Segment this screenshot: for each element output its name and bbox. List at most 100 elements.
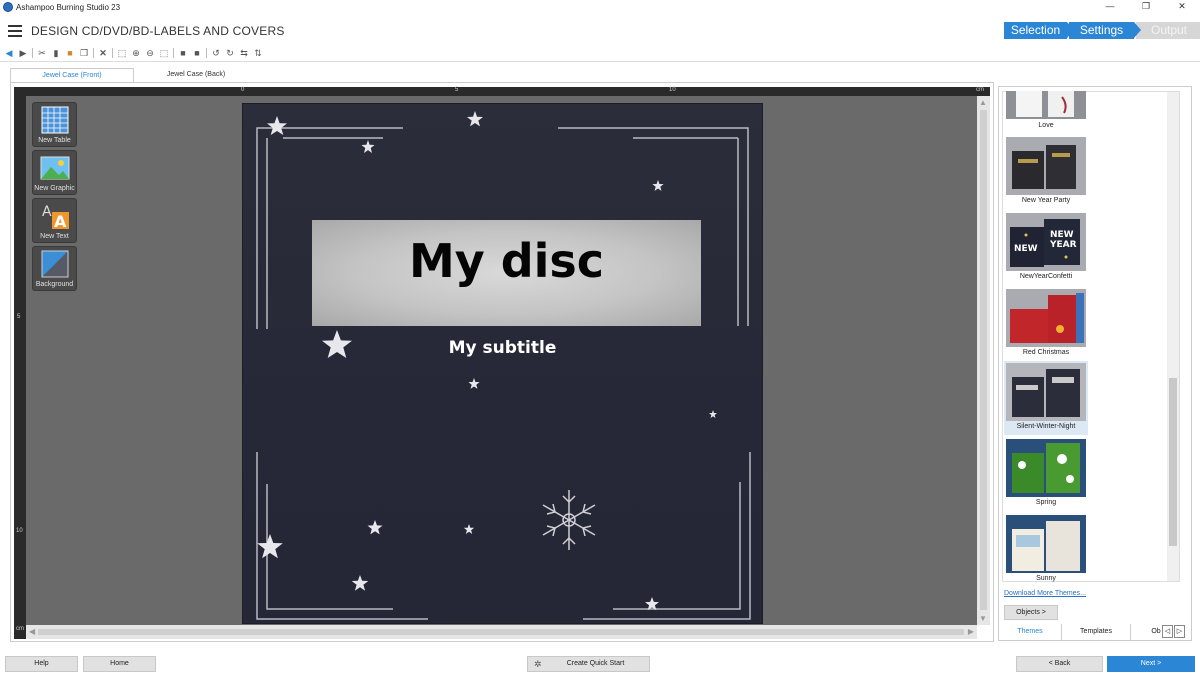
paste-icon[interactable]: ■ — [65, 48, 75, 58]
theme-item-red-christmas[interactable]: Red Christmas — [1004, 287, 1088, 361]
tab-scroll-right-icon[interactable]: ▷ — [1174, 625, 1185, 638]
scroll-down-icon[interactable]: ▼ — [979, 614, 987, 623]
new-graphic-button[interactable]: New Graphic — [32, 150, 77, 195]
svg-text:A: A — [54, 212, 67, 230]
object-tools: New Table New Graphic A A New Text Backg… — [32, 102, 77, 294]
toolbar-divider — [173, 48, 174, 58]
tab-themes[interactable]: Themes — [999, 624, 1061, 640]
scroll-thumb[interactable] — [38, 629, 964, 635]
snowflake-icon — [542, 490, 596, 550]
app-logo-icon — [3, 2, 13, 12]
cover-decoration — [256, 111, 751, 620]
download-more-themes-link[interactable]: Download More Themes... — [1004, 590, 1086, 597]
text-icon: A A — [42, 204, 69, 230]
send-back-icon[interactable]: ■ — [192, 48, 202, 58]
theme-label: Red Christmas — [1022, 349, 1070, 356]
step-selection[interactable]: Selection — [1004, 22, 1074, 39]
home-button[interactable]: Home — [83, 656, 156, 672]
toolbar-divider — [32, 48, 33, 58]
zoom-out-icon[interactable]: ⊖ — [145, 48, 155, 58]
ruler-unit: cm — [16, 626, 24, 632]
tool-label: New Text — [40, 233, 69, 240]
theme-item-new-year-party[interactable]: New Year Party — [1004, 135, 1088, 209]
tab-jewel-case-back[interactable]: Jewel Case (Back) — [134, 68, 258, 82]
background-button[interactable]: Background — [32, 246, 77, 291]
canvas-horizontal-scrollbar[interactable]: ◀ ▶ — [26, 625, 977, 639]
tool-label: New Graphic — [34, 185, 75, 192]
page-title: DESIGN CD/DVD/BD-LABELS AND COVERS — [31, 24, 285, 38]
scroll-thumb[interactable] — [1169, 378, 1177, 546]
copy-icon[interactable]: ❐ — [79, 48, 89, 58]
quick-start-label: Create Quick Start — [566, 660, 625, 667]
cut-icon[interactable]: ✂ — [37, 48, 47, 58]
theme-label: NewYearConfetti — [1019, 273, 1073, 280]
jewel-case-cover[interactable]: My disc My subtitle — [242, 103, 763, 624]
flip-horizontal-icon[interactable]: ⇆ — [239, 48, 249, 58]
svg-text:YEAR: YEAR — [1049, 240, 1077, 250]
scroll-left-icon[interactable]: ◀ — [29, 627, 35, 636]
toolbar-divider-line — [0, 61, 1200, 62]
theme-thumbnail — [1006, 91, 1086, 119]
step-output: Output — [1136, 22, 1200, 39]
flip-vertical-icon[interactable]: ⇅ — [253, 48, 263, 58]
delete-icon[interactable]: ▮ — [51, 48, 61, 58]
scroll-thumb[interactable] — [980, 110, 987, 610]
canvas-vertical-scrollbar[interactable]: ▲ ▼ — [977, 96, 990, 625]
tool-label: Background — [35, 281, 74, 288]
tab-scroll-left-icon[interactable]: ◁ — [1162, 625, 1173, 638]
step-settings[interactable]: Settings — [1069, 22, 1141, 39]
theme-thumbnail: NEW NEW YEAR — [1006, 213, 1086, 271]
close-button[interactable]: ✕ — [1164, 0, 1200, 14]
table-icon — [41, 106, 69, 134]
create-quick-start-button[interactable]: ✲ Create Quick Start — [527, 656, 650, 672]
menu-icon[interactable] — [8, 25, 22, 37]
cover-title[interactable]: My disc — [312, 234, 701, 288]
objects-button[interactable]: Objects > — [1004, 605, 1058, 620]
theme-label: Spring — [1035, 499, 1057, 506]
zoom-page-icon[interactable]: ⬚ — [159, 48, 169, 58]
forward-icon[interactable]: ▶ — [18, 48, 28, 58]
remove-icon[interactable]: ✕ — [98, 48, 108, 58]
cover-subtitle[interactable]: My subtitle — [243, 338, 762, 358]
theme-list-scrollbar[interactable] — [1167, 92, 1179, 581]
bottom-bar: Help Home ✲ Create Quick Start < Back Ne… — [0, 652, 1200, 675]
maximize-button[interactable]: ❐ — [1128, 0, 1164, 14]
bring-front-icon[interactable]: ■ — [178, 48, 188, 58]
app-window: Ashampoo Burning Studio 23 — ❐ ✕ DESIGN … — [0, 0, 1200, 675]
toolbar-divider — [206, 48, 207, 58]
document-tabs: Jewel Case (Front) Jewel Case (Back) — [10, 68, 258, 82]
ruler-label: 0 — [241, 87, 245, 93]
theme-item-sunny[interactable]: Sunny — [1004, 513, 1088, 583]
back-icon[interactable]: ◀ — [4, 48, 14, 58]
ruler-label: 10 — [669, 87, 676, 93]
new-text-button[interactable]: A A New Text — [32, 198, 77, 243]
minimize-button[interactable]: — — [1092, 0, 1128, 14]
tab-jewel-case-front[interactable]: Jewel Case (Front) — [10, 68, 134, 82]
help-button[interactable]: Help — [5, 656, 78, 672]
rotate-right-icon[interactable]: ↻ — [225, 48, 235, 58]
zoom-fit-icon[interactable]: ⬚ — [117, 48, 127, 58]
new-table-button[interactable]: New Table — [32, 102, 77, 147]
theme-item-love[interactable]: Love — [1004, 91, 1088, 133]
theme-item-newyearconfetti[interactable]: NEW NEW YEAR NewYearConfetti — [1004, 211, 1088, 285]
ruler-label: 5 — [455, 87, 459, 93]
wizard-steps: Selection Settings Output — [1004, 22, 1200, 39]
title-text-box[interactable]: My disc — [312, 220, 701, 326]
scroll-up-icon[interactable]: ▲ — [979, 98, 987, 107]
window-title-bar: Ashampoo Burning Studio 23 — ❐ ✕ — [0, 0, 1200, 14]
tab-templates[interactable]: Templates — [1061, 624, 1131, 640]
theme-thumbnail — [1006, 289, 1086, 347]
theme-thumbnail — [1006, 439, 1086, 497]
toolbar-divider — [112, 48, 113, 58]
zoom-in-icon[interactable]: ⊕ — [131, 48, 141, 58]
tab-objects[interactable]: Ob — [1149, 624, 1163, 640]
theme-item-silent-winter-night[interactable]: Silent-Winter-Night — [1004, 361, 1088, 435]
toolbar-divider — [93, 48, 94, 58]
next-button[interactable]: Next > — [1107, 656, 1195, 672]
tool-label: New Table — [38, 137, 71, 144]
ruler-unit: cm — [976, 87, 984, 93]
scroll-right-icon[interactable]: ▶ — [968, 627, 974, 636]
theme-item-spring[interactable]: Spring — [1004, 437, 1088, 511]
rotate-left-icon[interactable]: ↺ — [211, 48, 221, 58]
back-button[interactable]: < Back — [1016, 656, 1103, 672]
